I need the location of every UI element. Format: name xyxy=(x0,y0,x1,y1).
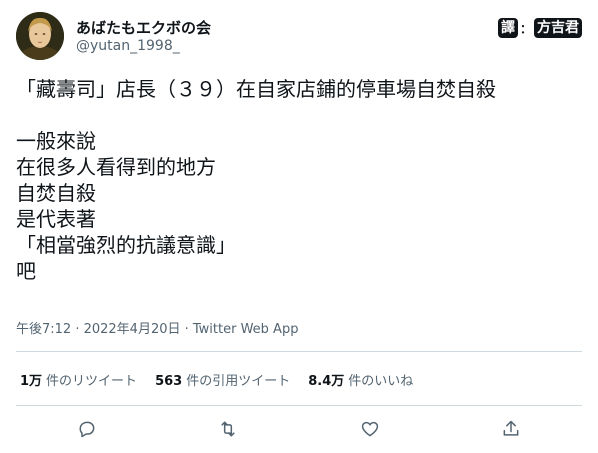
tweet-timestamp[interactable]: 午後7:12 · 2022年4月20日 · Twitter Web App xyxy=(16,318,298,337)
reply-icon xyxy=(79,421,95,438)
credit-separator: ： xyxy=(519,21,532,36)
credit-label-left: 譯 xyxy=(497,18,518,38)
quote-count[interactable]: 563 件の引用ツイート xyxy=(155,370,290,389)
stat-number: 563 xyxy=(155,374,183,389)
reply-button[interactable] xyxy=(70,412,104,446)
retweet-count[interactable]: 1万 件のリツイート xyxy=(20,370,137,389)
stat-label: 件のいいね xyxy=(348,374,414,389)
stat-label: 件の引用ツイート xyxy=(186,374,291,389)
share-icon xyxy=(503,420,519,436)
stat-label: 件のリツイート xyxy=(46,374,138,389)
divider xyxy=(16,351,582,352)
credit-label-right: 方吉君 xyxy=(534,18,582,38)
tweet-header: あばたもエクボの会 @yutan_1998_ 譯 ： 方吉君 xyxy=(16,12,582,62)
avatar[interactable] xyxy=(16,12,64,60)
share-button[interactable] xyxy=(494,412,528,446)
retweet-button[interactable] xyxy=(211,412,245,446)
tweet-text: 「藏壽司」店長（３９）在自家店鋪的停車場自焚自殺 一般來說 在很多人看得到的地方… xyxy=(16,77,496,283)
like-count[interactable]: 8.4万 件のいいね xyxy=(308,370,413,389)
tweet-actions xyxy=(16,412,582,446)
like-button[interactable] xyxy=(353,412,387,446)
stat-number: 1万 xyxy=(20,374,43,389)
heart-icon xyxy=(361,421,379,437)
stat-number: 8.4万 xyxy=(308,374,345,389)
display-name[interactable]: あばたもエクボの会 xyxy=(76,17,211,38)
tweet-stats: 1万 件のリツイート 563 件の引用ツイート 8.4万 件のいいね xyxy=(20,370,413,389)
handle[interactable]: @yutan_1998_ xyxy=(76,38,180,54)
retweet-icon xyxy=(221,421,235,437)
translator-credit: 譯 ： 方吉君 xyxy=(497,18,582,38)
divider xyxy=(16,405,582,406)
